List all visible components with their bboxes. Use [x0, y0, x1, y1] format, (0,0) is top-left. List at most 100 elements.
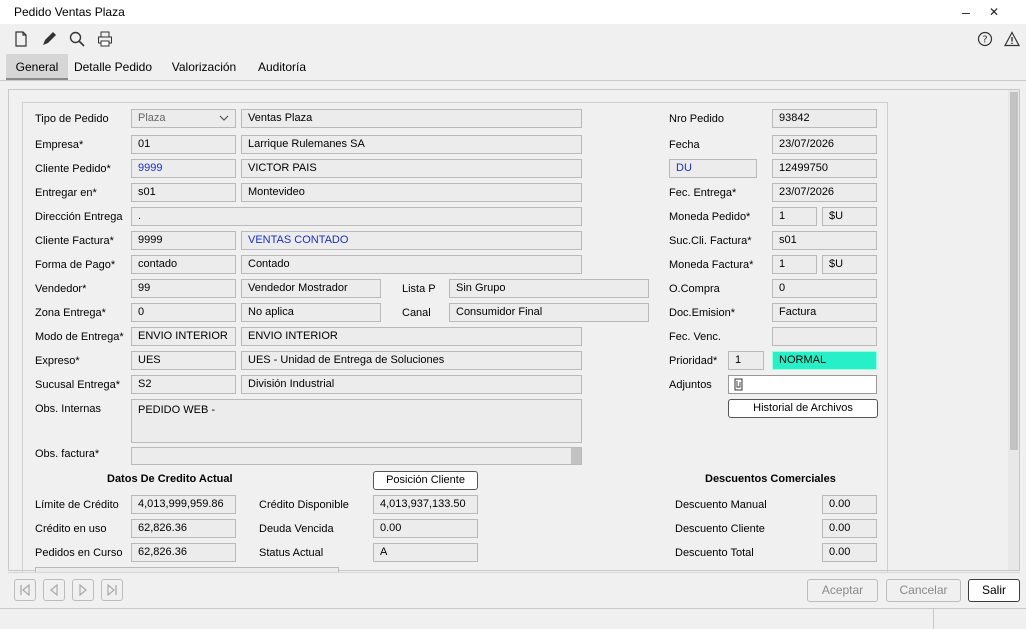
- tab-detalle-pedido[interactable]: Detalle Pedido: [70, 54, 156, 80]
- svg-text:?: ?: [982, 35, 987, 46]
- forma-pago-code-field[interactable]: contado: [131, 255, 236, 274]
- zona-entrega-code-field[interactable]: 0: [131, 303, 236, 322]
- obs-factura-field[interactable]: [131, 447, 582, 465]
- sucursal-entrega-code-field[interactable]: S2: [131, 375, 236, 394]
- salir-button[interactable]: Salir: [968, 579, 1020, 602]
- moneda-factura-symbol: $U: [822, 255, 877, 274]
- attachment-icon: [734, 378, 743, 391]
- sucursal-entrega-desc: División Industrial: [241, 375, 582, 394]
- aceptar-button[interactable]: Aceptar: [807, 579, 878, 602]
- chevron-down-icon: [219, 115, 229, 121]
- last-record-icon[interactable]: [101, 579, 123, 601]
- cliente-factura-code-field[interactable]: 9999: [131, 231, 236, 250]
- toolbar: [0, 24, 1026, 52]
- obs-internas-textarea[interactable]: PEDIDO WEB -: [131, 399, 582, 443]
- tab-auditoria[interactable]: Auditoría: [251, 54, 313, 80]
- descuento-total-value: 0.00: [822, 543, 877, 562]
- tipo-pedido-desc: Ventas Plaza: [241, 109, 582, 128]
- label-fec-venc: Fec. Venc.: [669, 331, 721, 343]
- expreso-code-field[interactable]: UES: [131, 351, 236, 370]
- empresa-desc: Larrique Rulemanes SA: [241, 135, 582, 154]
- cancelar-button[interactable]: Cancelar: [886, 579, 961, 602]
- minimize-button[interactable]: –: [956, 3, 976, 21]
- doc-emision-field[interactable]: Factura: [772, 303, 877, 322]
- descuento-manual-field[interactable]: 0.00: [822, 495, 877, 514]
- label-prioridad: Prioridad*: [669, 355, 718, 367]
- label-obs-factura: Obs. factura*: [35, 448, 100, 460]
- label-sucursal-entrega: Sucusal Entrega*: [35, 379, 120, 391]
- label-descuento-total: Descuento Total: [675, 547, 754, 559]
- pedidos-en-curso-value: 62,826.36: [131, 543, 236, 562]
- vendedor-desc: Vendedor Mostrador: [241, 279, 381, 298]
- moneda-pedido-code-field[interactable]: 1: [772, 207, 817, 226]
- label-cliente-factura: Cliente Factura*: [35, 235, 114, 247]
- previous-record-icon[interactable]: [43, 579, 65, 601]
- empresa-code-field[interactable]: 01: [131, 135, 236, 154]
- help-icon[interactable]: ?: [976, 30, 994, 48]
- fec-venc-field[interactable]: [772, 327, 877, 346]
- credito-disponible-value: 4,013,937,133.50: [373, 495, 478, 514]
- print-icon[interactable]: [96, 30, 114, 48]
- label-zona-entrega: Zona Entrega*: [35, 307, 106, 319]
- label-nro-pedido: Nro Pedido: [669, 113, 725, 125]
- historial-archivos-button[interactable]: Historial de Archivos: [728, 399, 878, 418]
- label-entregar-en: Entregar en*: [35, 187, 97, 199]
- tab-general[interactable]: General: [6, 54, 68, 80]
- deuda-vencida-value: 0.00: [373, 519, 478, 538]
- suc-cli-factura-field[interactable]: s01: [772, 231, 877, 250]
- forma-pago-desc: Contado: [241, 255, 582, 274]
- search-icon[interactable]: [68, 30, 86, 48]
- label-direccion-entrega: Dirección Entrega: [35, 211, 123, 223]
- label-deuda-vencida: Deuda Vencida: [259, 523, 334, 535]
- descuento-cliente-value: 0.00: [822, 519, 877, 538]
- next-record-icon[interactable]: [72, 579, 94, 601]
- status-actual-value: A: [373, 543, 478, 562]
- tab-valorizacion[interactable]: Valorización: [166, 54, 242, 80]
- nro-pedido-value: 93842: [772, 109, 877, 128]
- doc-number-field[interactable]: 12499750: [772, 159, 877, 178]
- label-status-actual: Status Actual: [259, 547, 324, 559]
- posicion-cliente-button[interactable]: Posición Cliente: [373, 471, 478, 490]
- expreso-desc: UES - Unidad de Entrega de Soluciones: [241, 351, 582, 370]
- close-button[interactable]: ✕: [984, 3, 1004, 21]
- fecha-field[interactable]: 23/07/2026: [772, 135, 877, 154]
- zona-entrega-desc: No aplica: [241, 303, 381, 322]
- obs-factura-scrollbar[interactable]: [571, 448, 581, 464]
- prioridad-code-field[interactable]: 1: [728, 351, 764, 370]
- label-adjuntos: Adjuntos: [669, 379, 712, 391]
- direccion-entrega-field[interactable]: .: [131, 207, 582, 226]
- fec-entrega-field[interactable]: 23/07/2026: [772, 183, 877, 202]
- warning-icon[interactable]: [1003, 30, 1021, 48]
- modo-entrega-code-field[interactable]: ENVIO INTERIOR: [131, 327, 236, 346]
- title-bar: [0, 0, 1026, 24]
- label-obs-internas: Obs. Internas: [35, 403, 102, 415]
- label-credito-disponible: Crédito Disponible: [259, 499, 349, 511]
- new-document-icon[interactable]: [12, 30, 30, 48]
- label-moneda-pedido: Moneda Pedido*: [669, 211, 751, 223]
- doc-type-field[interactable]: DU: [669, 159, 757, 178]
- label-forma-pago: Forma de Pago*: [35, 259, 116, 271]
- cliente-pedido-code-field[interactable]: 9999: [131, 159, 236, 178]
- label-tipo-pedido: Tipo de Pedido: [35, 113, 109, 125]
- lista-p-field[interactable]: Sin Grupo: [449, 279, 649, 298]
- moneda-factura-code-field[interactable]: 1: [772, 255, 817, 274]
- label-fec-entrega: Fec. Entrega*: [669, 187, 737, 199]
- tipo-pedido-select[interactable]: Plaza: [131, 109, 236, 128]
- label-expreso: Expreso*: [35, 355, 80, 367]
- label-descuento-manual: Descuento Manual: [675, 499, 767, 511]
- canal-field[interactable]: Consumidor Final: [449, 303, 649, 322]
- entregar-en-code-field[interactable]: s01: [131, 183, 236, 202]
- o-compra-field[interactable]: 0: [772, 279, 877, 298]
- edit-pencil-icon[interactable]: [40, 30, 58, 48]
- adjuntos-field[interactable]: [728, 375, 877, 394]
- credito-en-uso-value: 62,826.36: [131, 519, 236, 538]
- cliente-pedido-desc: VICTOR PAIS: [241, 159, 582, 178]
- first-record-icon[interactable]: [14, 579, 36, 601]
- entregar-en-desc: Montevideo: [241, 183, 582, 202]
- status-bar: [0, 608, 1026, 629]
- scrollbar-thumb[interactable]: [1010, 92, 1018, 450]
- vendedor-code-field[interactable]: 99: [131, 279, 236, 298]
- moneda-pedido-symbol: $U: [822, 207, 877, 226]
- descuentos-section-title: Descuentos Comerciales: [705, 473, 836, 485]
- label-cliente-pedido: Cliente Pedido*: [35, 163, 111, 175]
